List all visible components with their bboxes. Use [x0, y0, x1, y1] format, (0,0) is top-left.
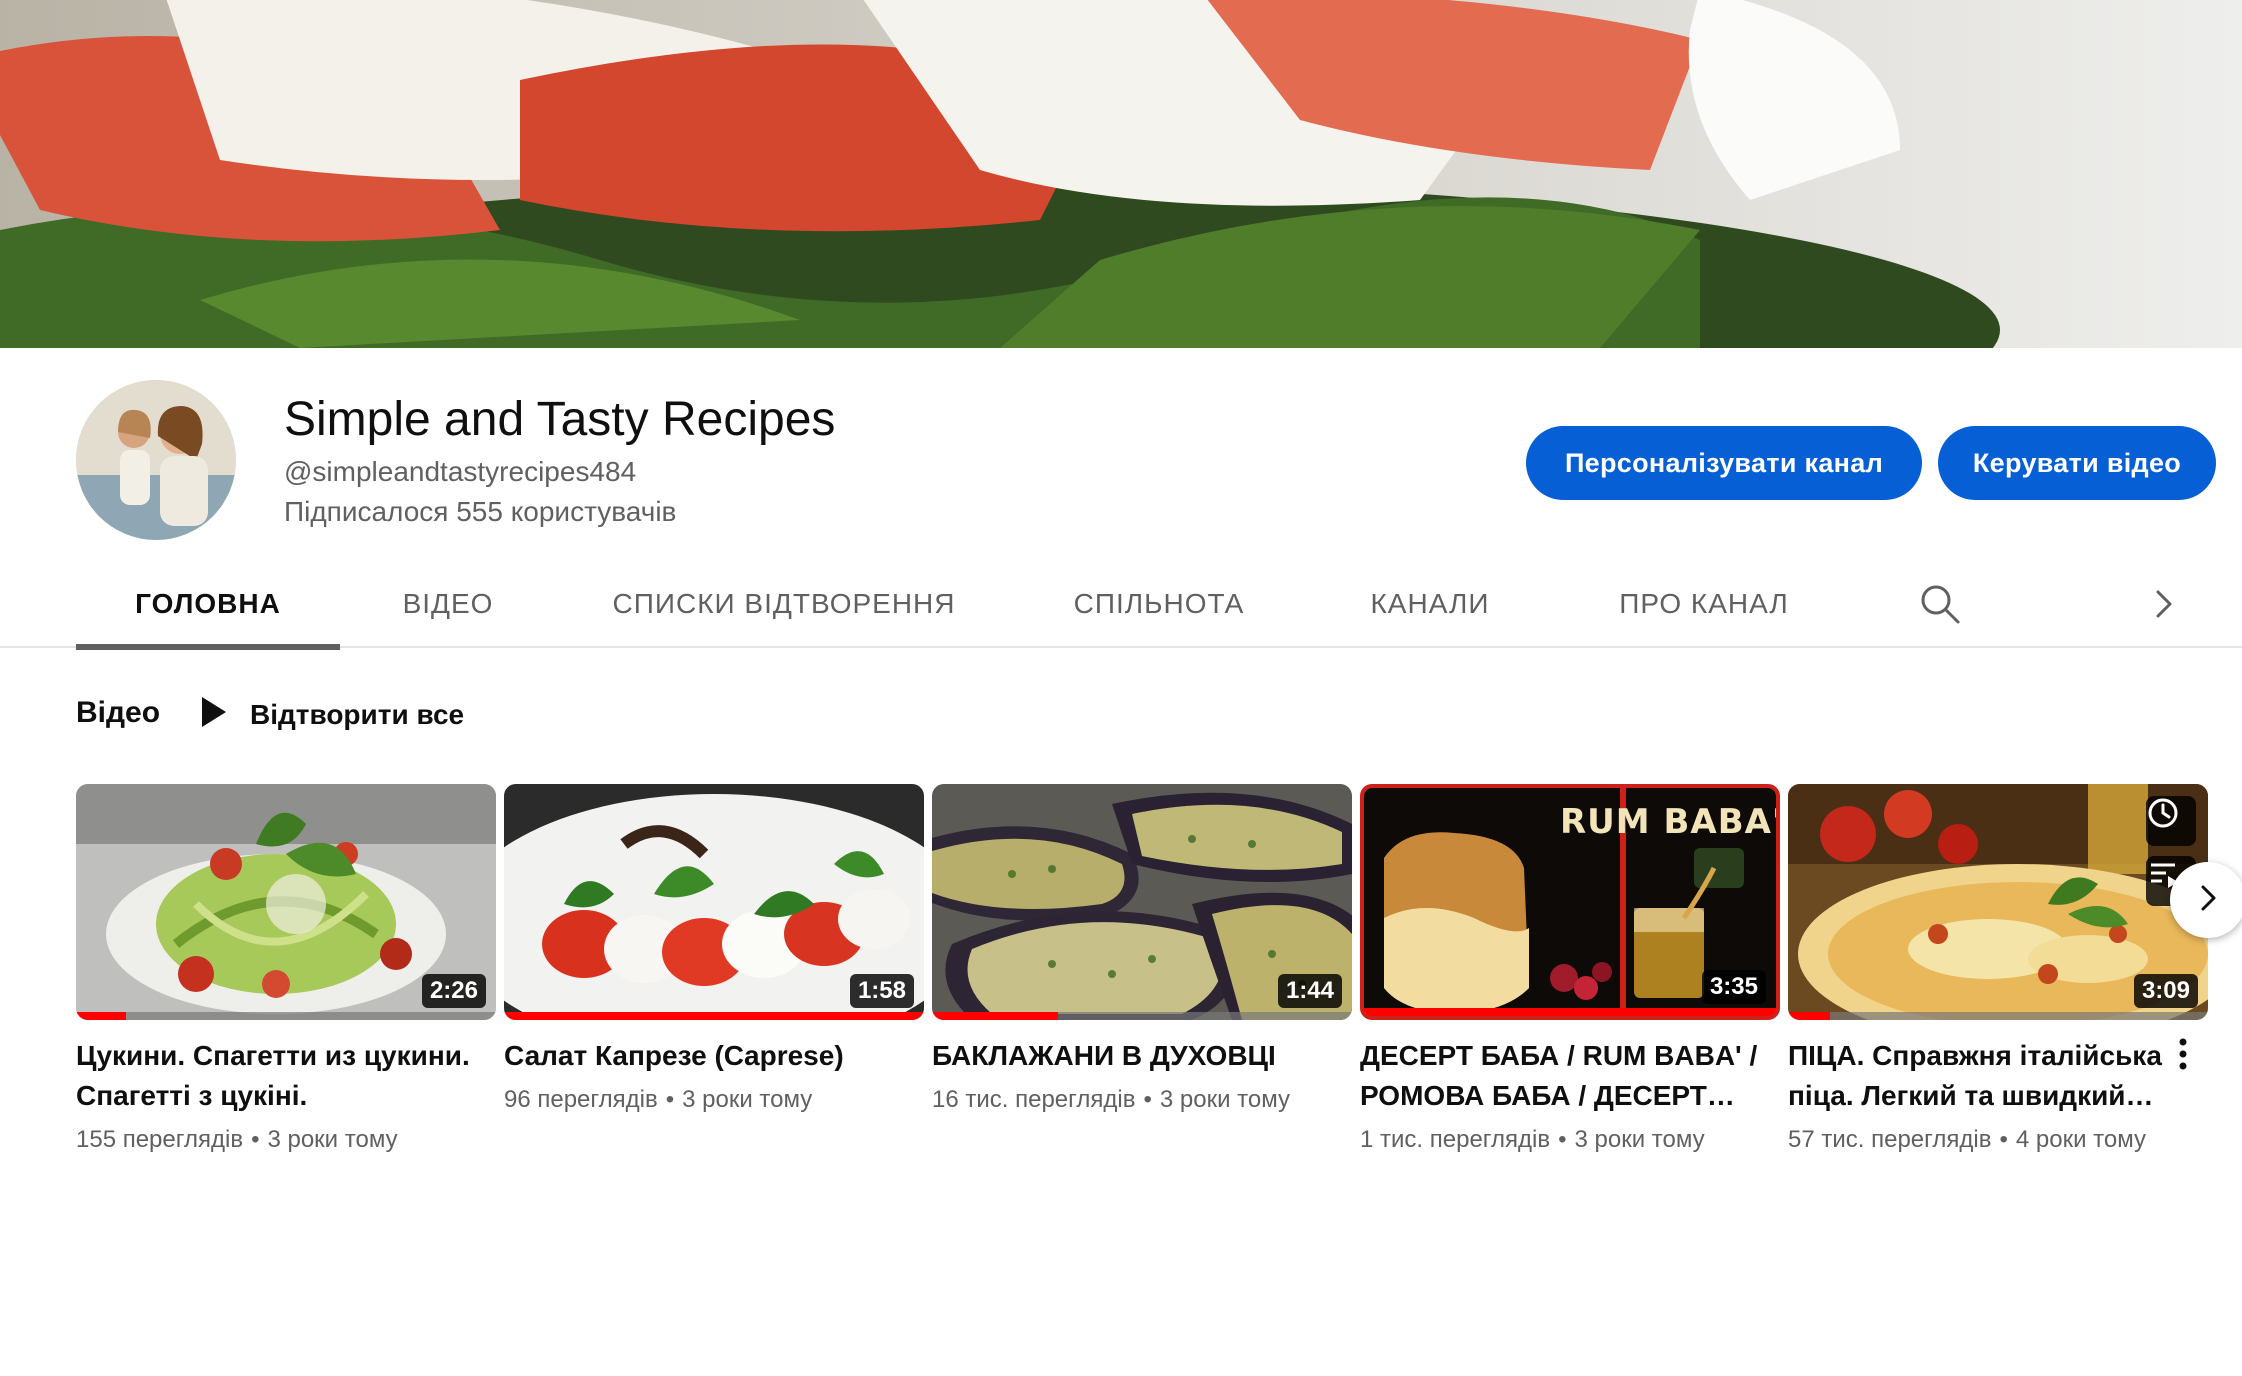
channel-tabs: ГОЛОВНА ВІДЕО СПИСКИ ВІДТВОРЕННЯ СПІЛЬНО…: [0, 560, 2242, 650]
watch-progress: [504, 1012, 924, 1020]
channel-handle: @simpleandtastyrecipes484: [284, 456, 637, 487]
video-thumbnail[interactable]: 2:26: [76, 784, 496, 1020]
chevron-right-icon: [2190, 880, 2226, 921]
section-title: Відео: [76, 696, 161, 729]
view-count: 96 переглядів: [504, 1086, 658, 1113]
upload-age: 4 роки тому: [2015, 1126, 2146, 1153]
video-card[interactable]: RUM BABA' 3:35 ДЕСЕРТ БАБА / RUM BABA' /…: [1360, 784, 1780, 1154]
watch-progress-track: [76, 1012, 496, 1020]
tab-playlists[interactable]: СПИСКИ ВІДТВОРЕННЯ: [596, 560, 972, 648]
video-card[interactable]: 3:09 ПІЦА. Справжня італійська піца. Лег…: [1788, 784, 2208, 1154]
video-thumbnail[interactable]: RUM BABA' 3:35: [1360, 784, 1780, 1020]
video-title[interactable]: ДЕСЕРТ БАБА / RUM BABA' / РОМОВА БАБА / …: [1360, 1036, 1760, 1116]
channel-avatar[interactable]: [76, 380, 236, 540]
search-icon[interactable]: [1916, 580, 1964, 628]
carousel-next-button[interactable]: [2170, 862, 2242, 938]
upload-age: 3 роки тому: [1574, 1126, 1705, 1153]
watch-progress: [1788, 1012, 1830, 1020]
view-count: 155 переглядів: [76, 1126, 244, 1153]
watch-progress-track: [1788, 1012, 2208, 1020]
thumbnail-overlay-text: RUM BABA': [1560, 802, 1780, 842]
tab-home[interactable]: ГОЛОВНА: [76, 560, 340, 650]
video-thumbnail[interactable]: 3:09: [1788, 784, 2208, 1020]
tab-community[interactable]: СПІЛЬНОТА: [1052, 560, 1266, 648]
watch-progress: [1364, 1008, 1776, 1016]
play-all-label: Відтворити все: [250, 699, 465, 730]
play-all-button[interactable]: Відтворити все: [200, 690, 464, 740]
video-meta: 96 переглядів • 3 роки тому: [504, 1086, 813, 1113]
video-duration: 2:26: [421, 974, 486, 1008]
video-duration: 1:44: [1277, 974, 1342, 1008]
manage-videos-button[interactable]: Керувати відео: [1938, 426, 2216, 500]
clock-icon[interactable]: [2146, 796, 2196, 846]
video-meta: 16 тис. переглядів • 3 роки тому: [932, 1086, 1290, 1113]
video-meta: 57 тис. переглядів • 4 роки тому: [1788, 1126, 2146, 1153]
upload-age: 3 роки тому: [682, 1086, 813, 1113]
chevron-right-icon[interactable]: [2140, 580, 2188, 628]
video-title[interactable]: БАКЛАЖАНИ В ДУХОВЦІ: [932, 1036, 1332, 1076]
upload-age: 3 роки тому: [1159, 1086, 1290, 1113]
watch-progress-track: [504, 1012, 924, 1020]
tab-about[interactable]: ПРО КАНАЛ: [1594, 560, 1814, 648]
subscriber-count: Підписалося 555 користувачів: [284, 496, 677, 527]
play-icon: [200, 695, 228, 736]
video-card[interactable]: 2:26 Цукини. Спагетти из цукини. Спагетт…: [76, 784, 496, 1154]
video-duration: 3:35: [1701, 970, 1766, 1004]
tab-channels[interactable]: КАНАЛИ: [1346, 560, 1514, 648]
view-count: 57 тис. переглядів: [1788, 1126, 1992, 1153]
watch-progress-track: [1364, 1008, 1776, 1016]
video-title[interactable]: Салат Капрезе (Caprese): [504, 1036, 904, 1076]
view-count: 16 тис. переглядів: [932, 1086, 1136, 1113]
video-duration: 3:09: [2133, 974, 2198, 1008]
channel-banner: [0, 0, 2242, 348]
channel-name: Simple and Tasty Recipes: [284, 393, 836, 446]
video-duration: 1:58: [849, 974, 914, 1008]
video-card[interactable]: 1:44 БАКЛАЖАНИ В ДУХОВЦІ 16 тис. перегля…: [932, 784, 1352, 1114]
upload-age: 3 роки тому: [267, 1126, 398, 1153]
video-card[interactable]: 1:58 Салат Капрезе (Caprese) 96 перегляд…: [504, 784, 924, 1114]
watch-progress: [932, 1012, 1058, 1020]
video-meta: 155 переглядів • 3 роки тому: [76, 1126, 398, 1153]
video-title[interactable]: ПІЦА. Справжня італійська піца. Легкий т…: [1788, 1036, 2168, 1116]
watch-progress: [76, 1012, 127, 1020]
customize-channel-button[interactable]: Персоналізувати канал: [1526, 426, 1922, 500]
video-thumbnail[interactable]: 1:58: [504, 784, 924, 1020]
more-vert-icon[interactable]: [2168, 1034, 2198, 1074]
watch-progress-track: [932, 1012, 1352, 1020]
video-thumbnail[interactable]: 1:44: [932, 784, 1352, 1020]
video-title[interactable]: Цукини. Спагетти из цукини. Спагетті з ц…: [76, 1036, 476, 1116]
view-count: 1 тис. переглядів: [1360, 1126, 1551, 1153]
tab-videos[interactable]: ВІДЕО: [380, 560, 516, 648]
video-meta: 1 тис. переглядів • 3 роки тому: [1360, 1126, 1705, 1153]
